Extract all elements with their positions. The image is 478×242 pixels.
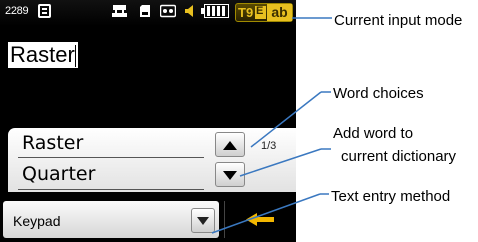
callout-add-word-dictionary: current dictionary	[341, 148, 457, 165]
callout-word-choices: Word choices	[333, 85, 424, 102]
callout-add-word: Add word to	[333, 125, 414, 142]
callout-input-mode: Current input mode	[334, 12, 463, 29]
callout-entry-method: Text entry method	[331, 188, 451, 205]
